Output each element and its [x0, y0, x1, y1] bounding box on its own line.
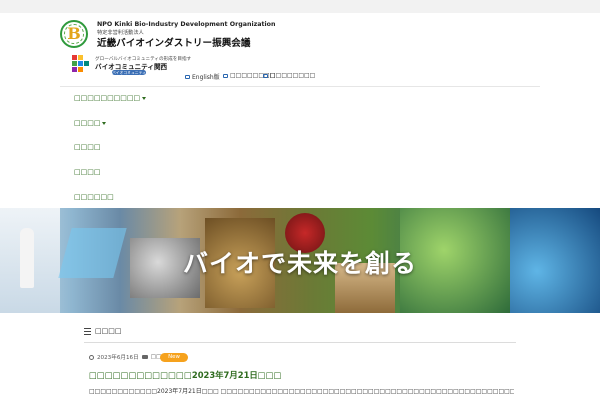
nav-item-4[interactable]: □□□□ [74, 168, 100, 176]
organization-name-english: NPO Kinki Bio-Industry Development Organ… [97, 21, 276, 28]
nav-item-label: □□□□□□□□□□ [74, 94, 141, 102]
news-section-title: □□□□ [95, 327, 122, 335]
hero-title: バイオで未来を創る [182, 249, 417, 278]
link-icon [223, 73, 228, 78]
logo-ring [64, 24, 84, 44]
nav-item-label: □□□□ [74, 143, 101, 151]
hero-banner: バイオで未来を創る [0, 208, 600, 313]
news-date: 2023年6月16日 [97, 355, 139, 361]
organization-logo[interactable]: B [60, 20, 88, 48]
chevron-down-icon [102, 121, 107, 125]
clock-icon [89, 354, 94, 360]
util-link-label: English版 [192, 74, 220, 81]
main-navigation: □□□□□□□□□□ □□□□ □□□□ □□□□ □□□□□□ [60, 86, 540, 208]
top-bar [0, 0, 600, 13]
news-section-header: □□□□ [84, 327, 516, 343]
bio-community-badge: バイオコミュニティ関西 [112, 70, 146, 75]
news-excerpt: □□□□□□□□□□□□2023年7月21日□□□ □□□□□□□□□□□□□□… [89, 388, 514, 395]
nav-item-3[interactable]: □□□□ [74, 143, 100, 151]
link-icon [185, 74, 190, 79]
folder-icon [141, 355, 148, 359]
nav-item-label: □□□□ [74, 168, 101, 176]
util-link-english[interactable]: English版 [185, 72, 220, 81]
nav-item-2[interactable]: □□□□ [74, 119, 107, 127]
bio-community-logo[interactable] [72, 55, 90, 75]
list-icon [84, 328, 91, 336]
util-link-label: □□□□□□□□ [270, 72, 316, 79]
new-badge: New [160, 353, 188, 362]
nav-item-label: □□□□ [74, 119, 101, 127]
nav-item-1[interactable]: □□□□□□□□□□ [74, 94, 147, 102]
nav-item-5[interactable]: □□□□□□ [74, 193, 114, 201]
link-icon [263, 73, 268, 78]
chevron-down-icon [142, 96, 147, 100]
news-title-link[interactable]: □□□□□□□□□□□□□2023年7月21日□□□ [89, 369, 282, 381]
util-link-3[interactable]: □□□□□□□□ [263, 72, 315, 79]
nav-item-label: □□□□□□ [74, 193, 114, 201]
organization-name-japanese[interactable]: 近畿バイオインダストリー振興会議 [97, 35, 251, 49]
